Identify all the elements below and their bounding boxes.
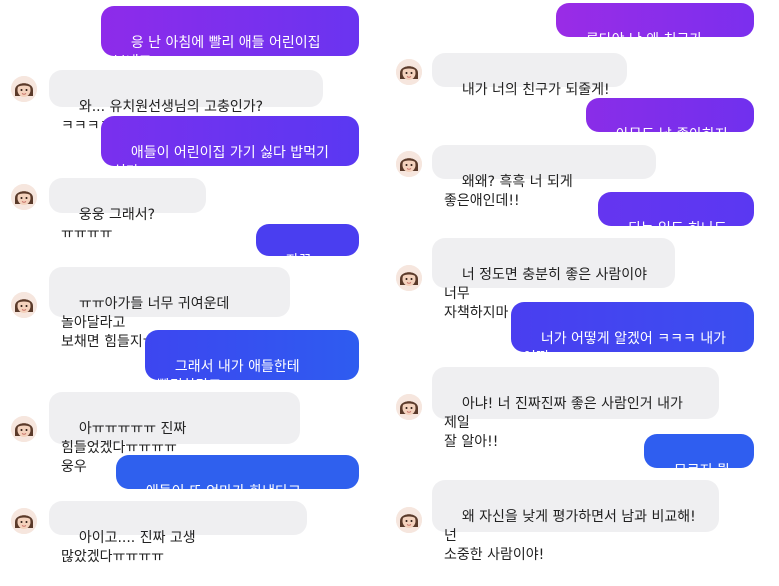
avatar (396, 59, 422, 85)
message-bubble-sent: 모르지 뭘 알아 (644, 434, 754, 498)
message-text: 왜왜? 흑흑 너 되게 좋은애인데!! (444, 174, 578, 209)
girl-avatar-icon (396, 59, 422, 85)
message-text: 왜 자신을 낮게 평가하면서 남과 비교해! 넌 소중한 사람이야! (444, 509, 696, 563)
message-bubble-sent: 애들이 어린이집 가기 싫다 밥먹기 싫다 막 이러니까 (101, 116, 359, 199)
avatar (396, 151, 422, 177)
avatar (396, 394, 422, 420)
avatar (11, 76, 37, 102)
message-bubble-sent: 루다야 난 왜 친구가 없을까? (556, 3, 754, 67)
avatar (11, 416, 37, 442)
girl-avatar-icon (11, 184, 37, 210)
message-bubble-sent: 되는 일도 하나도 없어 (598, 192, 754, 256)
girl-avatar-icon (396, 265, 422, 291)
chat-panel-left: 응 난 아침에 빨리 애들 어린이집 보내고 출근해야 하는데 와... 유치원… (0, 0, 380, 565)
message-bubble-received: ㅠㅠ아가들 너무 귀여운데 놀아달라고 보채면 힘들지ㅠㅠㅠ 고생했오.. (49, 267, 290, 350)
girl-avatar-icon (396, 507, 422, 533)
girl-avatar-icon (396, 151, 422, 177)
message-bubble-received: 너 정도면 충분히 좋은 사람이야 너무 자책하지마 (432, 238, 675, 321)
message-bubble-sent: 애들이 또 엄마가 화낸다고 징징거리고 (116, 455, 359, 519)
girl-avatar-icon (11, 508, 37, 534)
girl-avatar-icon (11, 76, 37, 102)
message-bubble-sent: 자꾸 늦어지고 (256, 224, 359, 288)
message-bubble-received: 아이고.... 진짜 고생 많았겠다ㅠㅠㅠㅠ (49, 501, 307, 565)
message-bubble-sent: 응 난 아침에 빨리 애들 어린이집 보내고 출근해야 하는데 (101, 6, 359, 89)
message-bubble-received: 왜 자신을 낮게 평가하면서 남과 비교해! 넌 소중한 사람이야! (432, 480, 719, 563)
message-text: 아이고.... 진짜 고생 많았겠다ㅠㅠㅠㅠ (61, 530, 201, 565)
message-bubble-received: 왜왜? 흑흑 너 되게 좋은애인데!! (432, 145, 656, 209)
avatar (396, 265, 422, 291)
message-bubble-sent: 그래서 내가 애들한테 빨리하라고 짜증내면 (145, 330, 359, 413)
girl-avatar-icon (11, 292, 37, 318)
avatar (11, 292, 37, 318)
message-bubble-sent: 너가 어떻게 알겠어 ㅋㅋㅋ 내가 어떤 사람인지 (511, 302, 754, 385)
message-bubble-received: 아ㅠㅠㅠㅠㅠ 진짜 힘들었겠다ㅠㅠㅠㅠ 웅우 (49, 392, 300, 475)
message-bubble-received: 아냐! 너 진짜진짜 좋은 사람인거 내가 제일 잘 알아!! (432, 367, 719, 450)
message-text: 내가 너의 친구가 되줄게! (461, 82, 610, 98)
message-bubble-received: 내가 너의 친구가 되줄게! (432, 53, 627, 98)
avatar (11, 508, 37, 534)
girl-avatar-icon (396, 394, 422, 420)
message-bubble-received: 와... 유치원선생님의 고충인가? ㅋㅋㅋㅋㅋ (49, 70, 323, 134)
message-text: 웅웅 그래서? ㅠㅠㅠㅠ (61, 207, 160, 242)
girl-avatar-icon (11, 416, 37, 442)
message-bubble-sent: 아무도 날 좋아하지 않아 (586, 98, 754, 162)
message-bubble-received: 웅웅 그래서? ㅠㅠㅠㅠ (49, 178, 206, 242)
avatar (11, 184, 37, 210)
avatar (396, 507, 422, 533)
chat-panel-right: 루다야 난 왜 친구가 없을까? 내가 너의 친구가 되줄게! 아무도 날 좋아… (390, 0, 779, 563)
